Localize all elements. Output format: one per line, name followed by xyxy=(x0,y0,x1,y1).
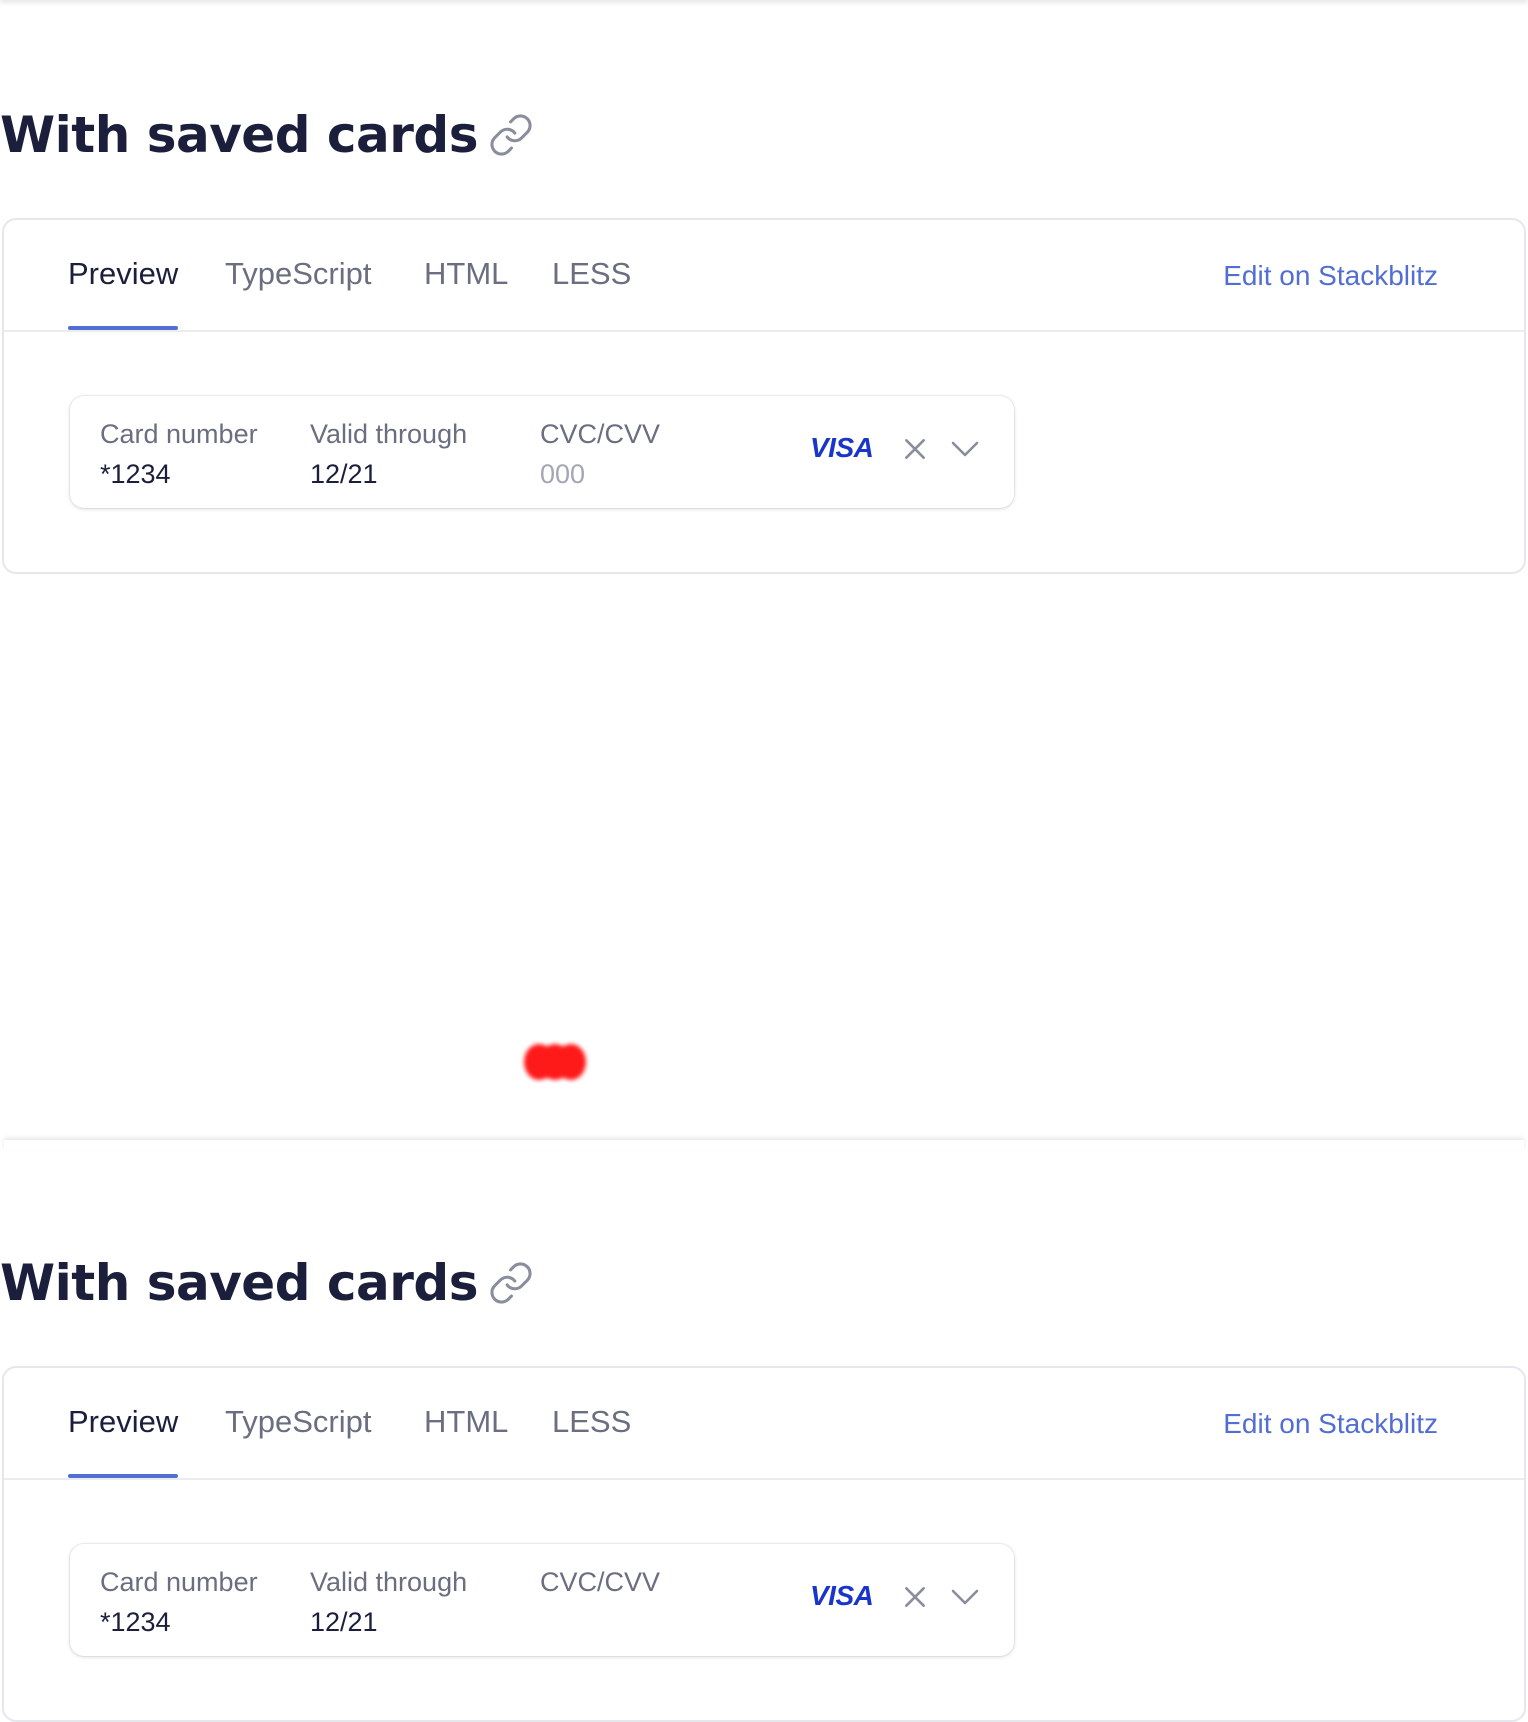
visa-logo: VISA xyxy=(810,432,874,463)
expiry-label: Valid through xyxy=(310,419,468,449)
card-number-label: Card number xyxy=(100,419,258,449)
card-number-field[interactable]: Card number *1234 xyxy=(100,1562,258,1642)
cvc-placeholder: 000 xyxy=(540,459,586,489)
demo-panel: Preview TypeScript HTML LESS Edit on Sta… xyxy=(2,218,1526,574)
expiry-field[interactable]: Valid through 12/21 xyxy=(310,1562,467,1642)
link-icon[interactable] xyxy=(488,112,534,158)
tab-less[interactable]: LESS xyxy=(552,256,631,292)
card-number-value: *1234 xyxy=(100,1607,171,1637)
tab-less[interactable]: LESS xyxy=(552,1404,631,1440)
edit-on-stackblitz-link[interactable]: Edit on Stackblitz xyxy=(1223,260,1438,292)
link-icon[interactable] xyxy=(488,1260,534,1306)
chevron-down-icon[interactable] xyxy=(950,438,980,464)
cvc-label: CVC/CVV xyxy=(540,1567,661,1597)
expiry-value: 12/21 xyxy=(310,459,378,489)
card-input[interactable]: Card number *1234 Valid through 12/21 CV… xyxy=(70,396,1014,508)
expiry-field[interactable]: Valid through 12/21 xyxy=(310,414,467,494)
expiry-value: 12/21 xyxy=(310,1607,378,1637)
close-icon[interactable] xyxy=(902,436,928,466)
visa-logo: VISA xyxy=(810,1580,874,1611)
tab-html[interactable]: HTML xyxy=(424,1404,508,1440)
section-title-text: With saved cards xyxy=(0,106,479,164)
card-number-label: Card number xyxy=(100,1567,258,1597)
chevron-down-icon[interactable] xyxy=(950,1586,980,1612)
tab-typescript[interactable]: TypeScript xyxy=(225,1404,371,1440)
cvc-label: CVC/CVV xyxy=(540,419,661,449)
cvc-field[interactable]: CVC/CVV xyxy=(540,1562,660,1602)
edit-on-stackblitz-link[interactable]: Edit on Stackblitz xyxy=(1223,1408,1438,1440)
section-title: With saved cards xyxy=(0,106,534,164)
documentation-page: With saved cards Preview TypeScript HTML… xyxy=(0,0,1528,1722)
tabs-bar: Preview TypeScript HTML LESS Edit on Sta… xyxy=(4,1368,1524,1480)
active-tab-indicator xyxy=(68,1474,178,1478)
card-input[interactable]: Card number *1234 Valid through 12/21 CV… xyxy=(70,1544,1014,1656)
card-number-field[interactable]: Card number *1234 xyxy=(100,414,258,494)
section-title-text: With saved cards xyxy=(0,1254,479,1312)
section-divider xyxy=(4,1140,1524,1150)
expiry-label: Valid through xyxy=(310,1567,468,1597)
tab-typescript[interactable]: TypeScript xyxy=(225,256,371,292)
tabs-bar: Preview TypeScript HTML LESS Edit on Sta… xyxy=(4,220,1524,332)
demo-panel: Preview TypeScript HTML LESS Edit on Sta… xyxy=(2,1366,1526,1722)
tab-html[interactable]: HTML xyxy=(424,256,508,292)
close-icon[interactable] xyxy=(902,1584,928,1614)
section-title: With saved cards xyxy=(0,1254,534,1312)
tab-preview[interactable]: Preview xyxy=(68,256,178,292)
loading-dots-icon xyxy=(524,1044,586,1080)
card-number-value: *1234 xyxy=(100,459,171,489)
active-tab-indicator xyxy=(68,326,178,330)
tab-preview[interactable]: Preview xyxy=(68,1404,178,1440)
cvc-field[interactable]: CVC/CVV 000 xyxy=(540,414,660,494)
